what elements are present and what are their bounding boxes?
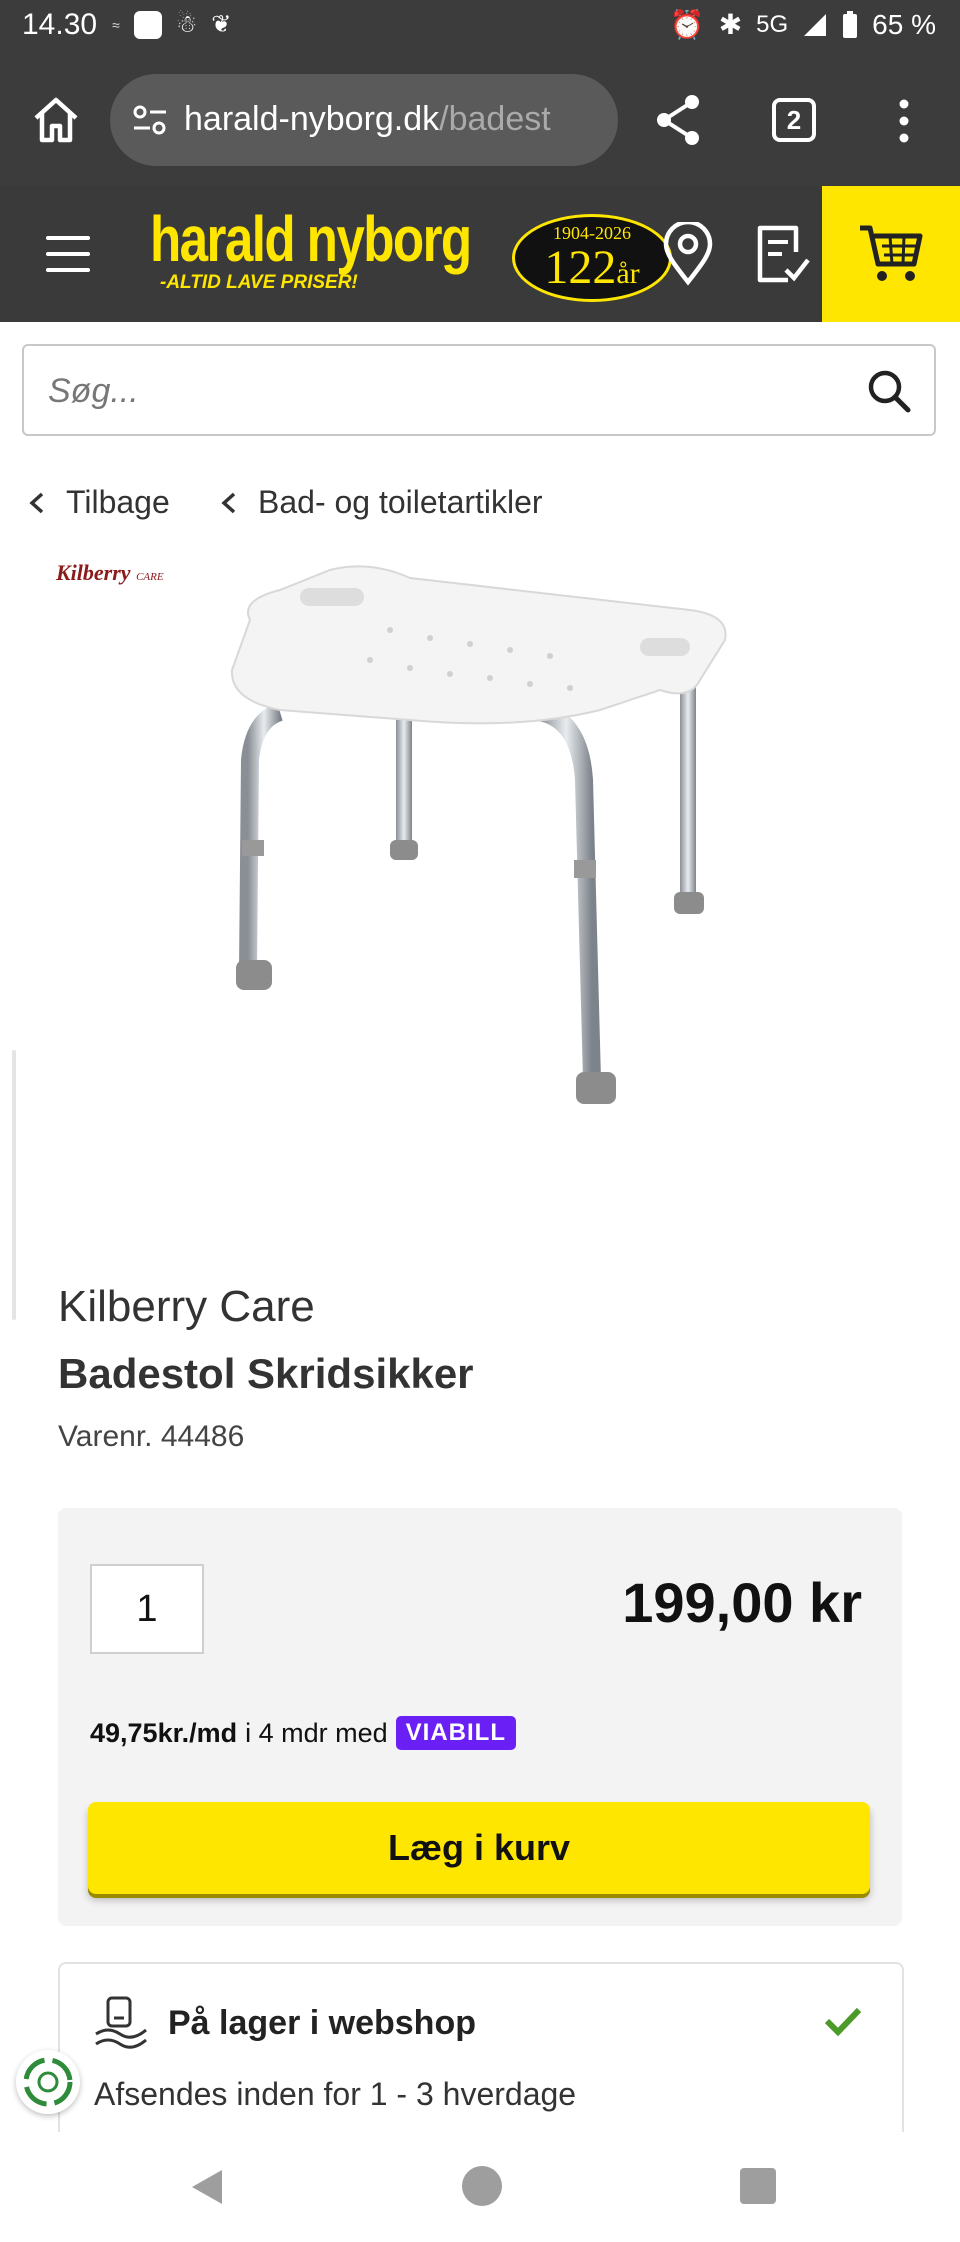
product-title: Badestol Skridsikker xyxy=(58,1350,474,1397)
hamburger-menu-icon[interactable] xyxy=(46,236,90,272)
search-input[interactable] xyxy=(48,366,828,416)
alarm-icon: ⏰ xyxy=(669,9,705,40)
status-right: ⏰ ✱ 5G 65 % xyxy=(670,8,936,41)
back-nav-icon[interactable] xyxy=(186,2166,226,2208)
shopping-list-icon[interactable] xyxy=(752,222,812,286)
recycle-icon xyxy=(23,2057,73,2107)
url-host: harald-nyborg.dk xyxy=(184,100,440,138)
recycle-badge[interactable] xyxy=(16,2050,80,2114)
share-icon[interactable] xyxy=(652,92,704,148)
webshop-stock-icon xyxy=(95,1996,147,2049)
search-box xyxy=(22,344,936,436)
person-notification-icon: ☃ xyxy=(175,11,198,38)
back-label: Tilbage xyxy=(66,484,170,520)
back-link[interactable]: Tilbage xyxy=(26,484,170,521)
bluetooth-icon: ✱ xyxy=(718,9,743,40)
site-header: harald nyborg -ALTID LAVE PRISER! 1904-2… xyxy=(0,186,960,322)
stock-status-box: På lager i webshop Afsendes inden for 1 … xyxy=(58,1962,904,2142)
matas-notification-icon: ≈ xyxy=(112,16,120,33)
site-logo[interactable]: harald nyborg -ALTID LAVE PRISER! xyxy=(150,204,500,304)
stock-delivery-text: Afsendes inden for 1 - 3 hverdage xyxy=(94,2076,577,2112)
add-to-cart-button[interactable]: Læg i kurv xyxy=(88,1802,870,1894)
url-path: /badest xyxy=(439,100,551,138)
anniversary-count: 122år xyxy=(515,244,669,298)
system-nav-bar xyxy=(0,2132,960,2242)
anniversary-badge: 1904-2026 122år xyxy=(512,214,672,302)
brand-logo-text: Kilberry xyxy=(56,560,131,585)
buy-box: 1 199,00 kr 49,75kr./md i 4 mdr med VIAB… xyxy=(58,1508,902,1926)
search-icon[interactable] xyxy=(866,368,912,414)
store-locator-icon[interactable] xyxy=(660,222,716,286)
home-nav-icon[interactable] xyxy=(462,2166,502,2206)
finance-amount: 49,75kr./md xyxy=(90,1717,238,1748)
address-bar[interactable]: harald-nyborg.dk/badest xyxy=(110,74,618,166)
battery-icon xyxy=(843,10,858,38)
in-stock-check-icon xyxy=(824,2007,862,2036)
anniversary-number: 122 xyxy=(544,241,617,294)
logo-tagline: -ALTID LAVE PRISER! xyxy=(160,272,358,293)
product-price: 199,00 kr xyxy=(622,1571,862,1634)
brand-logo: Kilberry CARE xyxy=(56,560,164,586)
lidl-notification-icon xyxy=(133,10,162,39)
breadcrumb-category[interactable]: Bad- og toiletartikler xyxy=(218,484,543,521)
address-url: harald-nyborg.dk/badest xyxy=(184,100,604,139)
signal-icon xyxy=(804,13,827,36)
breadcrumb-category-label: Bad- og toiletartikler xyxy=(258,484,543,520)
quantity-input[interactable]: 1 xyxy=(90,1564,204,1654)
logo-name: harald nyborg xyxy=(150,203,472,275)
chevron-left-icon xyxy=(29,492,44,513)
network-label: 5G xyxy=(756,10,789,38)
brand-logo-sub: CARE xyxy=(136,571,164,583)
recents-nav-icon[interactable] xyxy=(740,2168,776,2204)
product-image[interactable] xyxy=(220,560,760,1120)
chevron-left-icon xyxy=(221,492,236,513)
notification-icons: ≈ ☃ ❦ xyxy=(112,10,231,39)
battery-percent: 65 % xyxy=(872,8,936,40)
image-scroll-indicator xyxy=(12,1050,16,1320)
browser-toolbar: harald-nyborg.dk/badest 2 xyxy=(0,56,960,186)
status-time: 14.30 xyxy=(22,8,98,41)
site-settings-icon[interactable] xyxy=(132,104,168,136)
stock-title: På lager i webshop xyxy=(168,2004,476,2042)
status-bar: 14.30 ≈ ☃ ❦ ⏰ ✱ 5G 65 % xyxy=(0,0,960,56)
finance-text: i 4 mdr med xyxy=(245,1717,388,1748)
browser-menu-icon[interactable] xyxy=(892,96,916,146)
financing-info: 49,75kr./md i 4 mdr med VIABILL xyxy=(90,1716,516,1750)
browser-home-icon[interactable] xyxy=(30,94,82,146)
tab-switcher-button[interactable]: 2 xyxy=(772,98,816,142)
cart-button[interactable] xyxy=(822,186,960,322)
viabill-badge[interactable]: VIABILL xyxy=(395,1716,516,1750)
product-sku: Varenr. 44486 xyxy=(58,1420,245,1453)
anniversary-suffix: år xyxy=(616,257,640,290)
wing-notification-icon: ❦ xyxy=(211,11,232,38)
product-brand[interactable]: Kilberry Care xyxy=(58,1282,315,1332)
cart-icon xyxy=(860,225,923,281)
